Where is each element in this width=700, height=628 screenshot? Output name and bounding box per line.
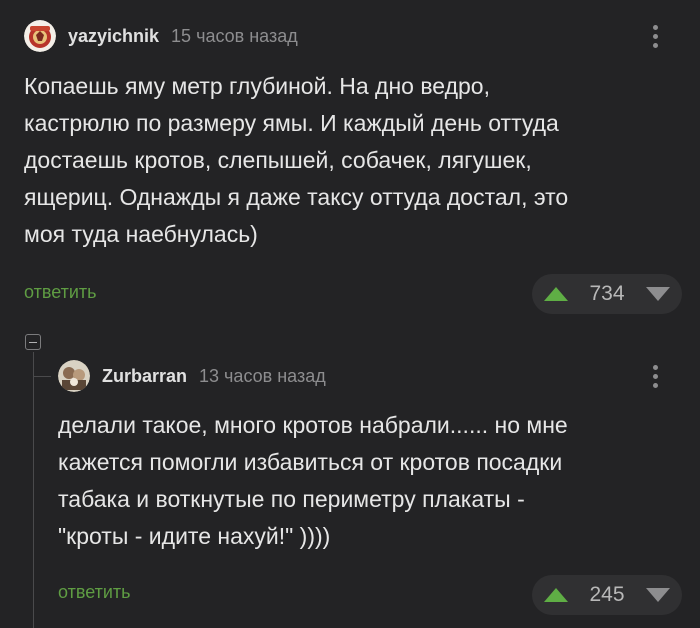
username[interactable]: yazyichnik <box>68 26 159 47</box>
painting-portrait-avatar-icon <box>58 360 90 392</box>
downvote-icon[interactable] <box>645 588 670 602</box>
comment-line: моя туда наебнулась) <box>24 221 258 247</box>
comment-line: делали такое, много кротов набрали......… <box>58 412 568 438</box>
comment-text: Копаешь яму метр глубиной. На дно ведро,… <box>24 68 674 253</box>
reply-link[interactable]: ответить <box>24 282 97 303</box>
timestamp: 13 часов назад <box>199 365 326 386</box>
collapse-thread-icon[interactable] <box>25 334 41 350</box>
more-options-icon[interactable] <box>651 25 659 48</box>
comment-text: делали такое, много кротов набрали......… <box>58 407 678 555</box>
avatar[interactable] <box>24 20 56 52</box>
downvote-icon[interactable] <box>645 287 670 301</box>
rating-score: 734 <box>589 282 625 305</box>
rating-block: 734 <box>532 274 682 314</box>
comment-line: "кроты - идите нахуй!" )))) <box>58 523 331 549</box>
rating-block: 245 <box>532 575 682 615</box>
red-emblem-avatar-icon <box>24 20 56 52</box>
avatar[interactable] <box>58 360 90 392</box>
comment-line: Копаешь яму метр глубиной. На дно ведро, <box>24 73 490 99</box>
thread-line <box>33 352 34 628</box>
thread-branch <box>33 376 51 377</box>
comment-header: yazyichnik 15 часов назад <box>24 20 298 52</box>
comment-line: достаешь кротов, слепышей, собачек, лягу… <box>24 147 532 173</box>
upvote-icon[interactable] <box>544 287 568 301</box>
reply-link[interactable]: ответить <box>58 582 131 603</box>
comment-line: ящериц. Однажды я даже таксу оттуда дост… <box>24 184 569 210</box>
comment-line: табака и воткнутые по периметру плакаты … <box>58 486 525 512</box>
upvote-icon[interactable] <box>544 588 568 602</box>
rating-score: 245 <box>589 583 625 606</box>
timestamp: 15 часов назад <box>171 25 298 46</box>
more-options-icon[interactable] <box>651 365 659 388</box>
username[interactable]: Zurbarran <box>102 366 187 387</box>
comment-header: Zurbarran 13 часов назад <box>58 360 326 392</box>
comment-line: кажется помогли избавиться от кротов пос… <box>58 449 563 475</box>
comment-line: кастрюлю по размеру ямы. И каждый день о… <box>24 110 559 136</box>
